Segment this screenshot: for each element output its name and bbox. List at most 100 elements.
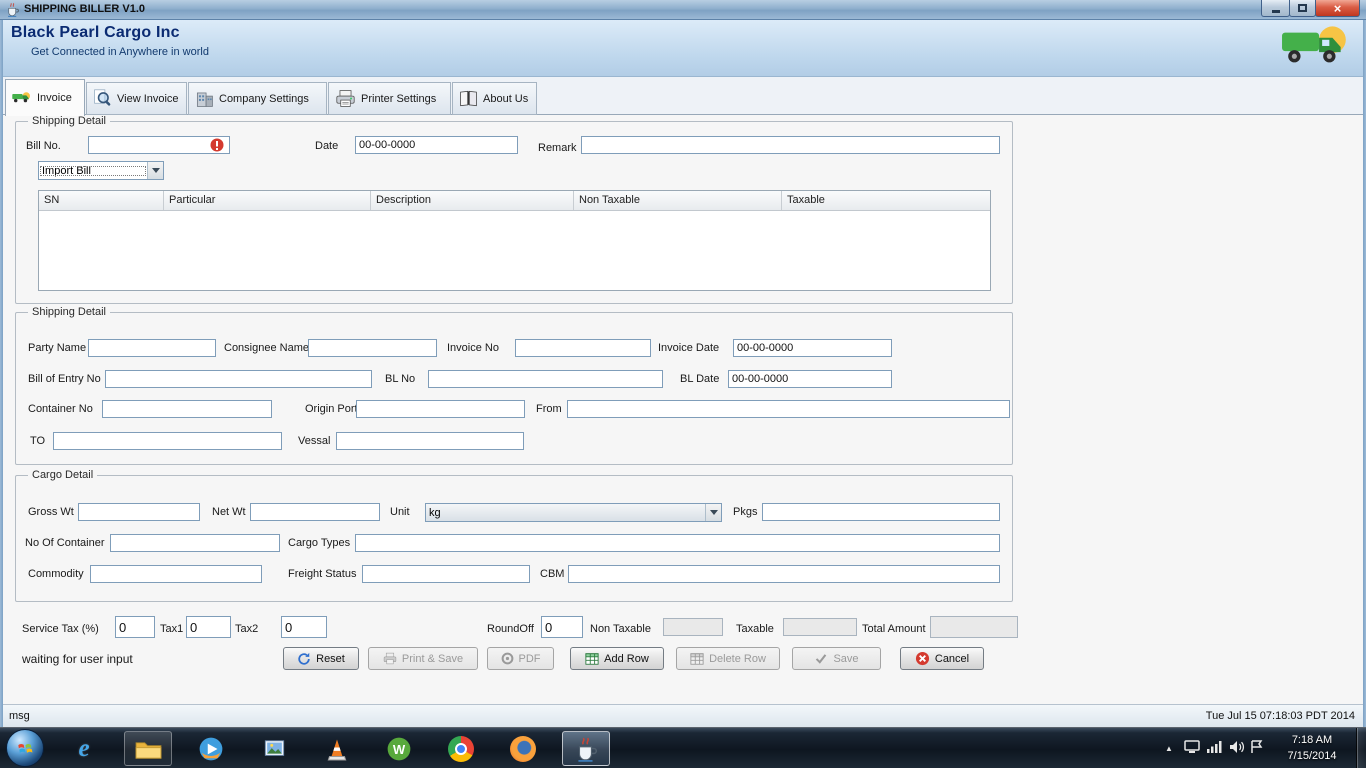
tray-network-icon[interactable] (1207, 740, 1222, 753)
tray-volume-icon[interactable] (1229, 740, 1245, 754)
bill-type-select[interactable]: Import Bill (38, 161, 164, 180)
bill-no-input[interactable] (88, 136, 230, 154)
service-tax-input[interactable] (115, 616, 155, 638)
tax1-label: Tax1 (160, 623, 184, 635)
column-header-particular[interactable]: Particular (164, 191, 371, 210)
desktop: SHIPPING BILLER V1.0 × Black Pearl Cargo… (0, 0, 1366, 768)
net-wt-input[interactable] (250, 503, 380, 521)
taskbar-java-shipping-biller-icon[interactable] (570, 734, 602, 764)
tab-invoice[interactable]: Invoice (5, 79, 85, 116)
invoice-items-table: SN Particular Description Non Taxable Ta… (38, 190, 991, 291)
save-button-label: Save (833, 652, 859, 665)
app-header: Black Pearl Cargo Inc Get Connected in A… (3, 20, 1363, 77)
taskbar-media-player-icon[interactable] (195, 734, 227, 764)
bill-no-alert-icon (210, 138, 224, 152)
taskbar-internet-explorer-icon[interactable]: e (68, 734, 100, 764)
total-amount-label: Total Amount (862, 623, 926, 635)
cancel-button[interactable]: Cancel (900, 647, 984, 670)
delete-row-button[interactable]: Delete Row (676, 647, 780, 670)
taxable-total-field[interactable] (783, 618, 857, 636)
freight-status-input[interactable] (362, 565, 530, 583)
save-button[interactable]: Save (792, 647, 881, 670)
maximize-button[interactable] (1289, 0, 1316, 17)
reset-button[interactable]: Reset (283, 647, 359, 670)
tab-printer-settings[interactable]: Printer Settings (328, 82, 451, 115)
non-taxable-total-field[interactable] (663, 618, 723, 636)
status-bar-datetime: Tue Jul 15 07:18:03 PDT 2014 (1205, 710, 1355, 722)
cancel-button-label: Cancel (934, 652, 970, 665)
date-input[interactable] (355, 136, 518, 154)
column-header-non-taxable[interactable]: Non Taxable (574, 191, 782, 210)
company-building-icon (196, 92, 213, 107)
minimize-button[interactable] (1261, 0, 1290, 17)
party-name-input[interactable] (88, 339, 216, 357)
pdf-button[interactable]: PDF (487, 647, 554, 670)
print-save-button[interactable]: Print & Save (368, 647, 478, 670)
unit-select[interactable]: kg (425, 503, 722, 522)
column-header-taxable[interactable]: Taxable (782, 191, 990, 210)
freight-status-label: Freight Status (288, 568, 357, 580)
tray-action-center-icon[interactable] (1250, 740, 1263, 754)
tab-view-invoice[interactable]: View Invoice (86, 82, 187, 115)
remark-input[interactable] (581, 136, 1000, 154)
taskbar-chrome-icon[interactable] (445, 734, 477, 764)
taskbar-clock[interactable]: 7:18 AM 7/15/2014 (1272, 732, 1352, 766)
invoice-truck-icon (12, 92, 30, 103)
tax1-input[interactable] (186, 616, 231, 638)
origin-port-input[interactable] (356, 400, 525, 418)
invoice-date-input[interactable] (733, 339, 892, 357)
taskbar: e W ▲ 7:18 AM 7/15/2014 (0, 727, 1366, 768)
gross-wt-label: Gross Wt (28, 506, 74, 518)
column-header-sn[interactable]: SN (39, 191, 164, 210)
tax2-input[interactable] (281, 616, 327, 638)
roundoff-input[interactable] (541, 616, 583, 638)
show-desktop-button[interactable] (1356, 728, 1366, 768)
cargo-types-input[interactable] (355, 534, 1000, 552)
tab-invoice-label: Invoice (37, 92, 72, 104)
printer-icon (336, 90, 355, 107)
taskbar-windows-explorer-icon[interactable] (132, 734, 164, 764)
start-button[interactable] (6, 729, 44, 767)
no-of-container-input[interactable] (110, 534, 280, 552)
tab-about-us[interactable]: About Us (452, 82, 537, 115)
from-input[interactable] (567, 400, 1010, 418)
pkgs-label: Pkgs (733, 506, 758, 518)
unit-label: Unit (390, 506, 410, 518)
taskbar-firefox-icon[interactable] (507, 734, 539, 764)
date-label: Date (315, 140, 339, 152)
bill-no-label: Bill No. (26, 140, 61, 152)
consignee-name-input[interactable] (308, 339, 437, 357)
taskbar-vlc-icon[interactable] (321, 734, 353, 764)
invoice-items-table-header: SN Particular Description Non Taxable Ta… (39, 191, 990, 211)
form-status-message: waiting for user input (22, 652, 133, 666)
taskbar-w-app-icon[interactable]: W (383, 734, 415, 764)
invoice-no-label: Invoice No (447, 342, 499, 354)
taskbar-photo-viewer-icon[interactable] (258, 734, 290, 764)
tray-display-icon[interactable] (1184, 740, 1200, 754)
clock-date: 7/15/2014 (1287, 750, 1337, 762)
to-input[interactable] (53, 432, 282, 450)
container-no-input[interactable] (102, 400, 272, 418)
add-row-button[interactable]: Add Row (570, 647, 664, 670)
cbm-input[interactable] (568, 565, 1000, 583)
tab-company-settings[interactable]: Company Settings (188, 82, 327, 115)
total-amount-field[interactable] (930, 616, 1018, 638)
vessal-input[interactable] (336, 432, 524, 450)
about-book-icon (460, 90, 477, 107)
chevron-down-icon (147, 162, 163, 179)
tray-show-hidden-icons-button[interactable]: ▲ (1160, 740, 1178, 756)
delete-row-button-label: Delete Row (709, 652, 766, 665)
bl-no-input[interactable] (428, 370, 663, 388)
gross-wt-input[interactable] (78, 503, 200, 521)
pkgs-input[interactable] (762, 503, 1000, 521)
company-tagline: Get Connected in Anywhere in world (31, 46, 209, 58)
bl-date-input[interactable] (728, 370, 892, 388)
commodity-input[interactable] (90, 565, 262, 583)
close-button[interactable]: × (1315, 0, 1360, 17)
from-label: From (536, 403, 562, 415)
invoice-items-table-body[interactable] (39, 211, 990, 290)
column-header-description[interactable]: Description (371, 191, 574, 210)
invoice-no-input[interactable] (515, 339, 651, 357)
bill-of-entry-no-input[interactable] (105, 370, 372, 388)
no-of-container-label: No Of Container (25, 537, 105, 549)
